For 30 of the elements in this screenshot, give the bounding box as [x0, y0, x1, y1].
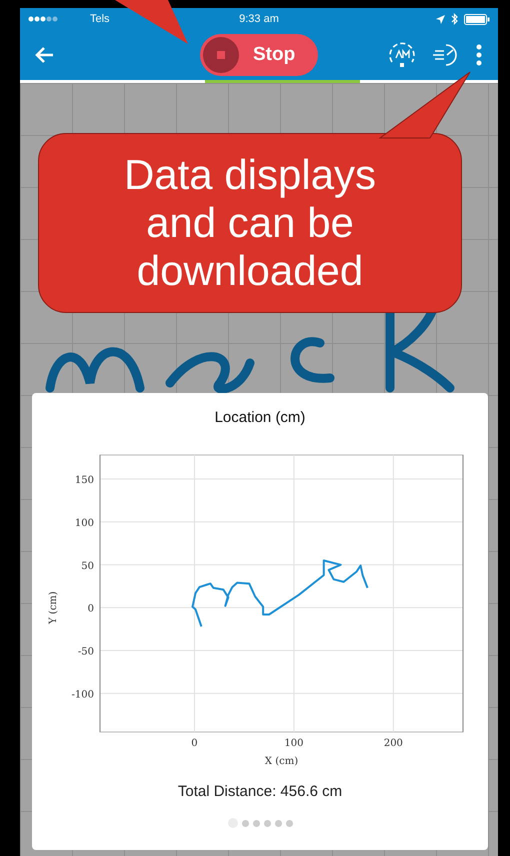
- signal-icon: [28, 16, 58, 22]
- chart-title: Location (cm): [214, 409, 306, 428]
- stop-icon: [203, 37, 239, 73]
- total-distance: Total Distance: 456.6 cm: [178, 783, 342, 800]
- page-dot[interactable]: [274, 820, 282, 826]
- y-tick-label: 100: [74, 518, 94, 529]
- y-tick-label: 150: [74, 475, 94, 486]
- location-arrow-icon: [436, 14, 445, 24]
- y-tick-label: 50: [81, 560, 94, 572]
- more-menu-icon[interactable]: [476, 44, 482, 66]
- page-dot[interactable]: [252, 820, 260, 826]
- y-tick-label: 0: [88, 604, 94, 615]
- y-tick-label: -100: [72, 689, 94, 700]
- x-axis-title: X (cm): [264, 756, 298, 767]
- stop-button[interactable]: Stop: [200, 34, 318, 76]
- battery-icon: [464, 14, 490, 24]
- x-tick-label: 0: [191, 738, 198, 749]
- bluetooth-icon: [451, 13, 458, 25]
- page-dot[interactable]: [264, 820, 270, 826]
- carrier-name: Tels: [90, 13, 110, 25]
- status-time: 9:33 am: [239, 13, 279, 25]
- auto-mode-icon[interactable]: [386, 40, 418, 70]
- x-tick-label: 200: [384, 738, 403, 749]
- back-arrow-icon[interactable]: [34, 46, 54, 64]
- page-dot[interactable]: [242, 820, 248, 826]
- x-tick-label: 100: [284, 738, 304, 749]
- y-axis-title: Y (cm): [48, 591, 59, 624]
- y-tick-label: -50: [78, 646, 94, 658]
- page-dot[interactable]: [286, 820, 292, 826]
- callout-text: Data displays and can be downloaded: [122, 151, 378, 295]
